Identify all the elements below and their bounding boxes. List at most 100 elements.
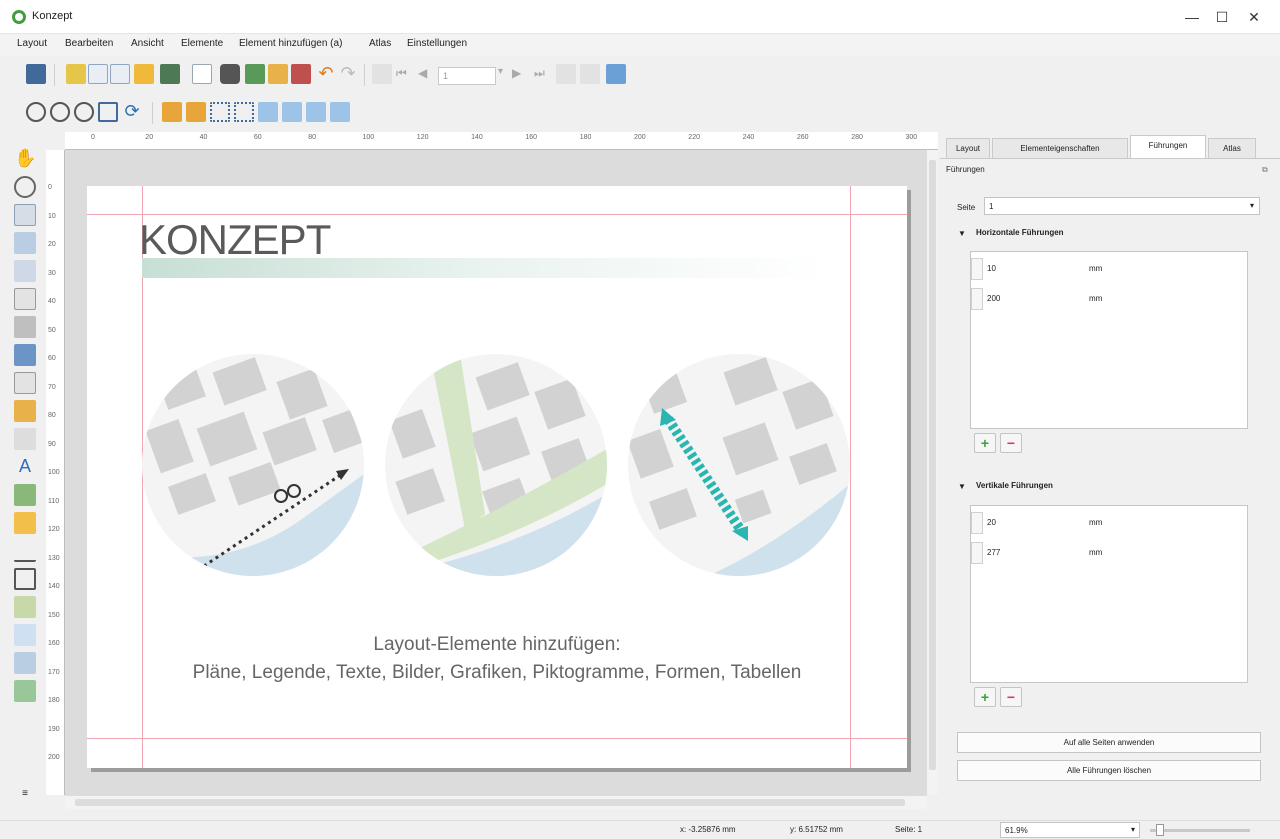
menu-elemente[interactable]: Elemente	[181, 38, 223, 49]
menu-bearbeiten[interactable]: Bearbeiten	[65, 38, 113, 49]
pan-icon[interactable]: ✋	[14, 148, 36, 170]
caption-line-2[interactable]: Pläne, Legende, Texte, Bilder, Grafiken,…	[87, 662, 907, 684]
save-template-icon[interactable]	[160, 64, 180, 84]
atlas-preview-icon[interactable]	[372, 64, 392, 84]
zoom-in-icon[interactable]	[26, 102, 46, 122]
row-handle[interactable]	[971, 288, 983, 310]
guide-horizontal[interactable]	[87, 214, 907, 215]
guide-unit[interactable]: mm	[1089, 294, 1102, 303]
zoom-tool-icon[interactable]	[14, 176, 36, 198]
delete-all-guides-button[interactable]: Alle Führungen löschen	[957, 760, 1261, 781]
export-svg-icon[interactable]	[268, 64, 288, 84]
page-select[interactable]: 1 ▾	[984, 197, 1260, 215]
add-3d-map-icon[interactable]	[14, 316, 36, 338]
edit-nodes-icon[interactable]	[14, 260, 36, 282]
layout-manager-icon[interactable]	[110, 64, 130, 84]
unlock-items-icon[interactable]	[186, 102, 206, 122]
add-polygon-icon[interactable]	[14, 568, 36, 590]
add-picture-icon[interactable]	[14, 372, 36, 394]
row-handle[interactable]	[971, 258, 983, 280]
undo-icon[interactable]: ↶	[316, 64, 336, 84]
add-vertical-guide-button[interactable]: +	[974, 687, 996, 707]
zoom-combobox[interactable]: 61.9% ▾	[1000, 822, 1140, 838]
scrollbar-thumb[interactable]	[75, 799, 905, 806]
collapse-triangle-icon[interactable]: ▼	[958, 482, 966, 491]
menu-atlas[interactable]: Atlas	[369, 38, 391, 49]
add-page-icon[interactable]	[14, 288, 36, 310]
map-circle-bike[interactable]	[142, 354, 364, 576]
export-pdf-icon[interactable]	[291, 64, 311, 84]
toolbar-more-icon[interactable]: ≡	[14, 788, 36, 810]
lock-items-icon[interactable]	[162, 102, 182, 122]
add-legend-icon[interactable]	[14, 400, 36, 422]
maximize-button[interactable]: ☐	[1206, 6, 1238, 28]
guide-unit[interactable]: mm	[1089, 518, 1102, 527]
add-attribute-table-icon[interactable]	[14, 596, 36, 618]
row-handle[interactable]	[971, 542, 983, 564]
vertical-guides-heading[interactable]: Vertikale Führungen	[976, 481, 1053, 490]
add-horizontal-guide-button[interactable]: +	[974, 433, 996, 453]
select-move-icon[interactable]	[14, 204, 36, 226]
caption-line-1[interactable]: Layout-Elemente hinzufügen:	[87, 634, 907, 656]
menu-element-hinzufuegen[interactable]: Element hinzufügen (a)	[239, 38, 342, 49]
ungroup-icon[interactable]	[234, 102, 254, 122]
open-template-icon[interactable]	[134, 64, 154, 84]
collapse-triangle-icon[interactable]: ▼	[958, 229, 966, 238]
guide-unit[interactable]: mm	[1089, 548, 1102, 557]
tab-atlas[interactable]: Atlas	[1208, 138, 1256, 158]
add-scalebar-icon[interactable]	[14, 428, 36, 450]
scrollbar-thumb[interactable]	[929, 160, 936, 770]
new-layout-icon[interactable]	[66, 64, 86, 84]
apply-all-pages-button[interactable]: Auf alle Seiten anwenden	[957, 732, 1261, 753]
duplicate-layout-icon[interactable]	[88, 64, 108, 84]
zoom-slider[interactable]	[1150, 829, 1250, 832]
add-shape-icon[interactable]	[14, 512, 36, 534]
page-title[interactable]: KONZEPT	[139, 216, 331, 264]
add-map-icon[interactable]	[14, 344, 36, 366]
guide-value[interactable]: 200	[987, 294, 1000, 303]
map-circle-park[interactable]	[385, 354, 607, 576]
menu-einstellungen[interactable]: Einstellungen	[407, 38, 467, 49]
horizontal-scrollbar[interactable]	[65, 795, 927, 809]
menu-layout[interactable]: Layout	[17, 38, 47, 49]
remove-horizontal-guide-button[interactable]: −	[1000, 433, 1022, 453]
add-polyline-icon[interactable]	[14, 540, 36, 562]
vertical-scrollbar[interactable]	[927, 150, 938, 795]
menu-ansicht[interactable]: Ansicht	[131, 38, 164, 49]
guide-horizontal[interactable]	[87, 738, 907, 739]
atlas-settings-icon[interactable]	[606, 64, 626, 84]
export-image-icon[interactable]	[245, 64, 265, 84]
last-feature-icon[interactable]: ⏭	[534, 66, 554, 86]
zoom-slider-handle[interactable]	[1156, 824, 1164, 836]
dock-float-icon[interactable]: ⧉	[1262, 165, 1268, 175]
distribute-icon[interactable]	[306, 102, 326, 122]
guide-value[interactable]: 20	[987, 518, 996, 527]
layout-canvas[interactable]: KONZEPT Layout-Elemente hinzufügen: Plän…	[65, 150, 927, 795]
list-item[interactable]: 20 mm	[971, 512, 1247, 534]
list-item[interactable]: 277 mm	[971, 542, 1247, 564]
zoom-out-icon[interactable]	[50, 102, 70, 122]
vertical-guides-list[interactable]: 20 mm 277 mm	[970, 505, 1248, 683]
title-gradient-bar[interactable]	[142, 258, 827, 278]
refresh-icon[interactable]: ⟳	[122, 102, 142, 122]
list-item[interactable]: 10 mm	[971, 258, 1247, 280]
add-north-arrow-icon[interactable]	[14, 484, 36, 506]
tab-layout[interactable]: Layout	[946, 138, 990, 158]
raise-icon[interactable]	[258, 102, 278, 122]
row-handle[interactable]	[971, 512, 983, 534]
move-content-icon[interactable]	[14, 232, 36, 254]
horizontal-guides-list[interactable]: 10 mm 200 mm	[970, 251, 1248, 429]
save-icon[interactable]	[26, 64, 46, 84]
add-html-icon[interactable]	[14, 652, 36, 674]
map-circle-path[interactable]	[628, 354, 850, 576]
zoom-full-icon[interactable]	[98, 102, 118, 122]
new-page-icon[interactable]	[192, 64, 212, 84]
guide-value[interactable]: 277	[987, 548, 1000, 557]
atlas-page-input[interactable]: 1	[438, 67, 496, 85]
add-label-icon[interactable]: A	[14, 456, 36, 478]
layout-page[interactable]: KONZEPT Layout-Elemente hinzufügen: Plän…	[87, 186, 907, 768]
first-feature-icon[interactable]: ⏮	[396, 66, 416, 86]
redo-icon[interactable]: ↷	[338, 64, 358, 84]
tab-guides[interactable]: Führungen	[1130, 135, 1206, 158]
minimize-button[interactable]: —	[1176, 6, 1208, 28]
